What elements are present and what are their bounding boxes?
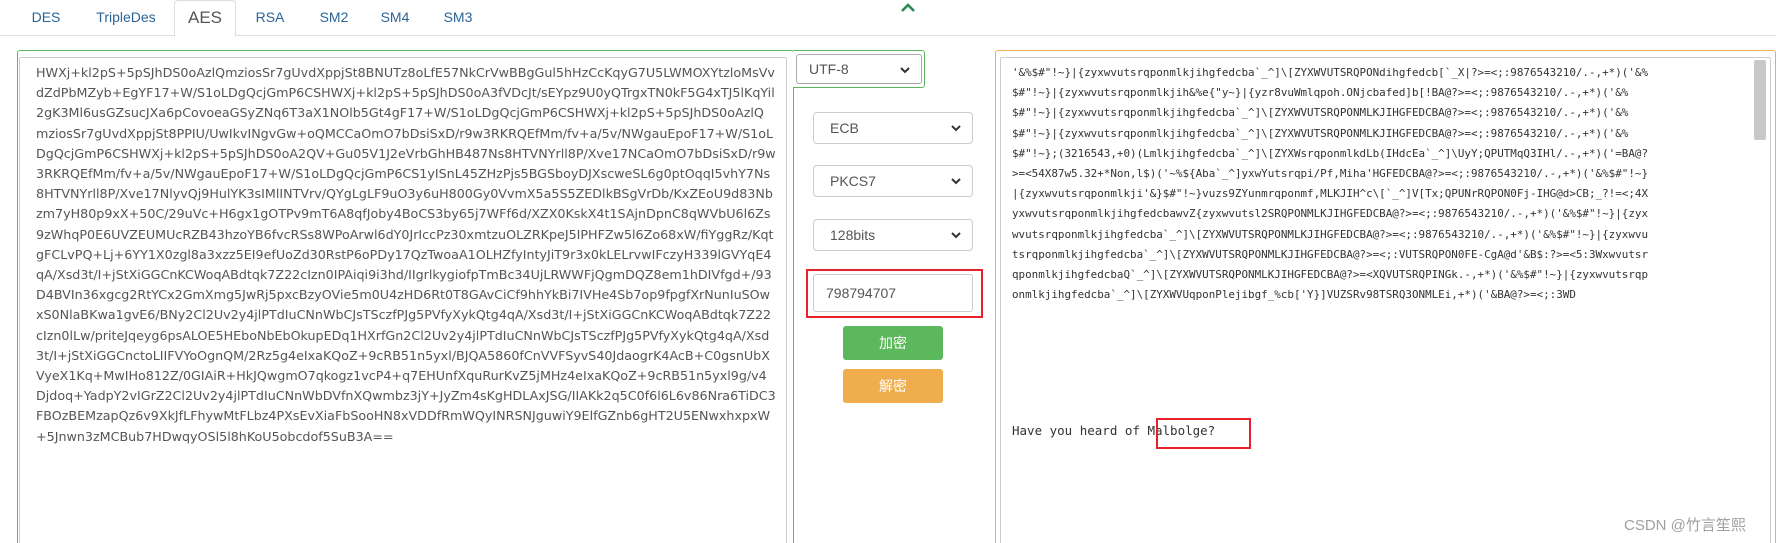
answer-highlight-box [1156, 418, 1251, 449]
question-prefix: Have you heard of [1012, 423, 1148, 438]
padding-select[interactable]: PKCS7 [813, 165, 973, 197]
chevron-down-icon [900, 67, 910, 74]
chevron-up-icon[interactable] [900, 2, 916, 14]
plaintext-content: '&%$#"!~}|{zyxwvutsrqponmlkjihgfedcba`_^… [1012, 66, 1649, 302]
key-highlight-box [806, 269, 983, 318]
tab-rsa[interactable]: RSA [240, 0, 300, 36]
decrypt-button[interactable]: 解密 [843, 369, 943, 403]
keysize-value: 128bits [830, 227, 876, 243]
plaintext-scrollbar[interactable] [1754, 60, 1766, 140]
watermark: CSDN @竹言笙熙 [1624, 517, 1746, 534]
ciphertext-content: HWXj+kl2pS+5pSJhDS0oAzlQmziosSr7gUvdXppj… [36, 65, 776, 444]
tab-sm2[interactable]: SM2 [306, 0, 362, 36]
tab-aes[interactable]: AES [174, 0, 236, 37]
charset-select[interactable]: UTF-8 [796, 54, 922, 84]
chevron-down-icon [951, 232, 961, 239]
tab-sm3[interactable]: SM3 [428, 0, 488, 36]
mode-select[interactable]: ECB [813, 112, 973, 144]
tab-des[interactable]: DES [16, 0, 76, 36]
tab-tripledes[interactable]: TripleDes [84, 0, 168, 36]
chevron-down-icon [951, 178, 961, 185]
mode-value: ECB [830, 120, 859, 136]
encrypt-button[interactable]: 加密 [843, 326, 943, 360]
padding-value: PKCS7 [830, 173, 876, 189]
tab-sm4[interactable]: SM4 [366, 0, 424, 36]
algorithm-tab-bar: DES TripleDes AES RSA SM2 SM4 SM3 [0, 0, 1776, 37]
charset-value: UTF-8 [809, 61, 849, 77]
chevron-down-icon [951, 125, 961, 132]
keysize-select[interactable]: 128bits [813, 219, 973, 251]
